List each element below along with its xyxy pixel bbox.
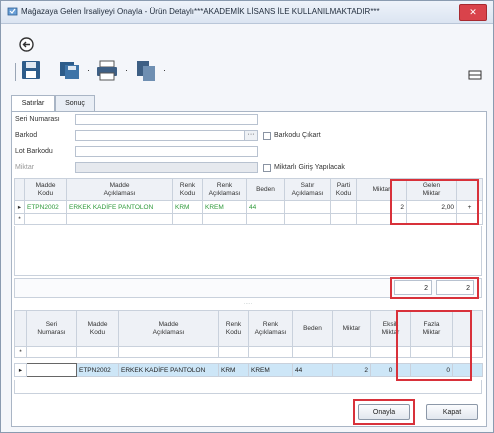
miktarli-giris-label: Miktarlı Giriş Yapılacak (274, 164, 345, 171)
col-madde-aciklamasi[interactable]: Madde Açıklaması (66, 178, 173, 201)
col-renk-aciklamasi[interactable]: Renk Açıklaması (248, 310, 293, 347)
miktar-label: Miktar (15, 164, 35, 171)
col-renk-kodu[interactable]: Renk Kodu (218, 310, 249, 347)
col-miktar[interactable]: Miktar (332, 310, 371, 347)
row-marker: ▸ (14, 363, 27, 377)
col-parti-kodu[interactable]: Parti Kodu (330, 178, 357, 201)
app-icon (7, 7, 18, 16)
col-satir-aciklamasi[interactable]: Satır Açıklaması (284, 178, 331, 201)
cell-satir-aciklamasi[interactable] (284, 200, 331, 214)
cell-beden[interactable]: 44 (246, 200, 285, 214)
save-all-dropdown-icon[interactable]: · (87, 65, 90, 75)
empty-cell (248, 346, 293, 358)
highlight-box-totals (390, 277, 479, 299)
toolbar: · · · (15, 59, 485, 87)
miktar-input (75, 162, 258, 173)
empty-cell (202, 213, 247, 225)
highlight-box-onayla (353, 399, 415, 425)
print-icon[interactable] (95, 59, 121, 83)
cell-parti-kodu[interactable] (330, 200, 357, 214)
col-madde-kodu[interactable]: Madde Kodu (76, 310, 119, 347)
new-row-marker: * (14, 346, 27, 358)
empty-cell (118, 346, 219, 358)
col-madde-aciklamasi[interactable]: Madde Açıklaması (118, 310, 219, 347)
cell-renk-kodu[interactable]: KRM (218, 363, 249, 377)
save-icon[interactable] (21, 59, 43, 83)
close-button[interactable]: ✕ (459, 4, 487, 21)
empty-cell (76, 346, 119, 358)
cell-beden[interactable]: 44 (292, 363, 333, 377)
col-beden[interactable]: Beden (246, 178, 285, 201)
barkod-label: Barkod (15, 132, 38, 139)
empty-cell (246, 213, 285, 225)
new-row-marker: * (14, 213, 25, 225)
barkod-input[interactable] (75, 130, 258, 141)
empty-cell (284, 213, 331, 225)
lot-barkodu-label: Lot Barkodu (15, 148, 53, 155)
highlight-box-top-grid (390, 179, 479, 225)
copy-icon[interactable] (135, 59, 161, 83)
lines-panel: Seri Numarası Barkod ··· Barkodu Çıkart … (11, 111, 487, 427)
cell-madde-kodu[interactable]: ETPN2002 (24, 200, 67, 214)
lot-barkodu-input[interactable] (75, 146, 258, 157)
print-dropdown-icon[interactable]: · (125, 65, 128, 75)
splitter-handle[interactable]: ····· (14, 302, 482, 307)
title-bar: Mağazaya Gelen İrsaliyeyi Onayla - Ürün … (1, 1, 493, 24)
toolbar-grip (15, 63, 16, 81)
empty-cell (330, 213, 357, 225)
cell-madde-kodu[interactable]: ETPN2002 (76, 363, 119, 377)
highlight-box-bottom-grid (396, 310, 472, 381)
empty-cell (292, 346, 333, 358)
barkod-browse-button[interactable]: ··· (244, 130, 258, 141)
barkod-cikart-checkbox[interactable] (263, 132, 271, 140)
back-arrow-icon[interactable] (19, 37, 34, 52)
empty-cell (26, 346, 77, 358)
cell-madde-aciklamasi[interactable]: ERKEK KADİFE PANTOLON (66, 200, 173, 214)
copy-dropdown-icon[interactable]: · (163, 65, 166, 75)
window-title: Mağazaya Gelen İrsaliyeyi Onayla - Ürün … (21, 7, 380, 16)
empty-cell (218, 346, 249, 358)
cell-seri-numarasi[interactable] (26, 363, 77, 377)
row-header-cell (14, 310, 27, 347)
tab-sonuc[interactable]: Sonuç (55, 95, 95, 111)
seri-label: Seri Numarası (15, 116, 60, 123)
barkod-cikart-label: Barkodu Çıkart (274, 132, 321, 139)
empty-cell (172, 213, 203, 225)
empty-cell (332, 346, 371, 358)
col-madde-kodu[interactable]: Madde Kodu (24, 178, 67, 201)
row-marker: ▸ (14, 200, 25, 214)
row-header-cell (14, 178, 25, 201)
col-seri-numarasi[interactable]: Seri Numarası (26, 310, 77, 347)
app-window: Mağazaya Gelen İrsaliyeyi Onayla - Ürün … (0, 0, 494, 433)
miktarli-giris-checkbox[interactable] (263, 164, 271, 172)
cell-renk-aciklamasi[interactable]: KREM (202, 200, 247, 214)
bottom-grid-empty-area (14, 380, 482, 394)
tab-satirlar[interactable]: Satırlar (11, 95, 55, 112)
cell-madde-aciklamasi[interactable]: ERKEK KADİFE PANTOLON (118, 363, 219, 377)
top-grid-empty-area (14, 226, 482, 276)
col-renk-aciklamasi[interactable]: Renk Açıklaması (202, 178, 247, 201)
cell-miktar[interactable]: 2 (332, 363, 371, 377)
empty-cell (66, 213, 173, 225)
save-all-icon[interactable] (59, 59, 85, 83)
seri-input[interactable] (75, 114, 258, 125)
kapat-button[interactable]: Kapat (426, 404, 478, 420)
cell-renk-aciklamasi[interactable]: KREM (248, 363, 293, 377)
col-beden[interactable]: Beden (292, 310, 333, 347)
empty-cell (24, 213, 67, 225)
col-renk-kodu[interactable]: Renk Kodu (172, 178, 203, 201)
exit-icon[interactable] (467, 63, 483, 87)
cell-renk-kodu[interactable]: KRM (172, 200, 203, 214)
